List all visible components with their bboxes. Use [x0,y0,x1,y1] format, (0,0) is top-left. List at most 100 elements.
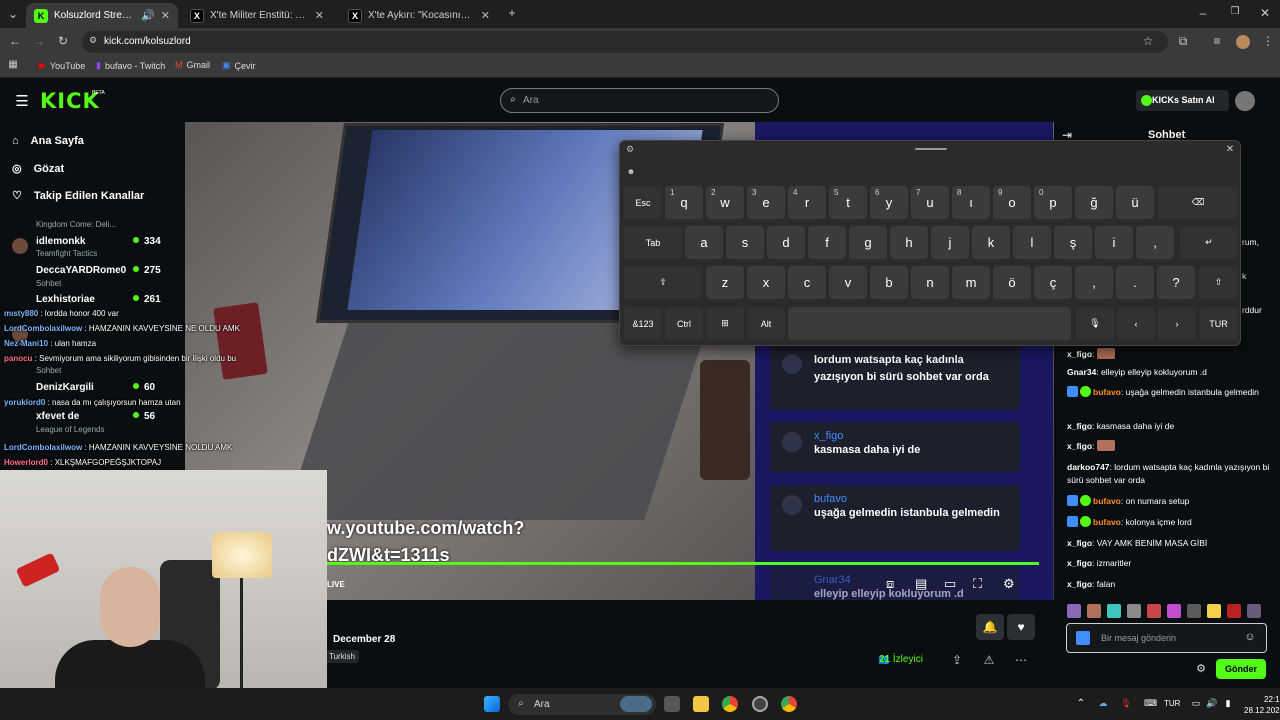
tab-x-2[interactable]: X X'te Aykırı: "Kocasının cezaevin… ✕ [340,3,498,28]
enter-key[interactable]: ↵ [1180,226,1238,259]
emote-button[interactable] [1187,604,1201,618]
keyboard-key[interactable]: 0p [1034,186,1072,219]
sidebar-item-following[interactable]: ♡ Takip Edilen Kanallar [12,189,144,203]
keyboard-key[interactable]: ü [1116,186,1154,219]
emote-button[interactable] [1067,604,1081,618]
chat-settings-icon[interactable]: ⚙ [1195,662,1207,675]
emote-button[interactable] [1107,604,1121,618]
send-button[interactable]: Gönder [1216,659,1266,679]
bookmark-translate[interactable]: ▣ Çevir [222,60,256,71]
emote-button[interactable] [1127,604,1141,618]
keyboard-key[interactable]: 7u [911,186,949,219]
keyboard-key[interactable]: k [972,226,1010,259]
keyboard-key[interactable]: . [1116,266,1154,299]
language-key[interactable]: TUR [1199,307,1238,340]
shift-left-key[interactable]: ⇧ [624,266,702,299]
keyboard-key[interactable]: g [849,226,887,259]
chat-username[interactable]: bufavo [1093,517,1121,527]
keyboard-key[interactable]: 1q [665,186,703,219]
keyboard-key[interactable]: ş [1054,226,1092,259]
user-avatar[interactable] [1235,91,1255,111]
keyboard-key[interactable]: j [931,226,969,259]
chat-message-input[interactable]: Bir mesaj gönderin [1066,623,1267,653]
sidebar-item-browse[interactable]: ◎ Gözat [12,162,64,176]
chat-username[interactable]: x_figo [1067,579,1092,589]
keyboard-key[interactable]: ç [1034,266,1072,299]
emote-button[interactable] [1207,604,1221,618]
follow-heart-button[interactable]: ♥ [1007,614,1035,640]
keyboard-key[interactable]: c [788,266,826,299]
keyboard-key[interactable]: , [1136,226,1174,259]
back-icon[interactable]: ← [8,34,22,48]
keyboard-key[interactable]: 5t [829,186,867,219]
channel-name[interactable]: idlemonkk [36,236,85,247]
keyboard-key[interactable]: 4r [788,186,826,219]
speaker-icon[interactable]: 🔊 [141,9,155,22]
steam-icon[interactable] [752,696,768,712]
emote-button[interactable] [1087,604,1101,618]
battery-icon[interactable]: ▮ [1222,698,1234,709]
dictation-key[interactable]: 🎙 [1076,307,1114,340]
apps-grid-icon[interactable]: ▦ [7,59,19,70]
key-symbols[interactable]: &123 [624,307,662,340]
hamburger-menu-icon[interactable]: ☰ [14,92,30,110]
tab-search-icon[interactable]: ⌄ [6,7,20,21]
keyboard-key[interactable]: ğ [1075,186,1113,219]
keyboard-key[interactable]: a [685,226,723,259]
language-tag[interactable]: Turkish [325,650,359,663]
keyboard-key[interactable]: 6y [870,186,908,219]
emoji-picker-icon[interactable]: ☺ [1244,631,1256,643]
keyboard-key[interactable]: z [706,266,744,299]
keyboard-key[interactable]: i [1095,226,1133,259]
keyboard-key[interactable]: m [952,266,990,299]
emote-button[interactable] [1227,604,1241,618]
window-close-icon[interactable]: ✕ [1258,6,1272,20]
windows-key[interactable]: ⊞ [706,307,744,340]
bookmark-gmail[interactable]: M Gmail [175,60,210,70]
arrow-left-key[interactable]: ‹ [1117,307,1155,340]
close-tab-icon[interactable]: ✕ [161,9,170,22]
close-tab-icon[interactable]: ✕ [481,9,490,22]
key-tab[interactable]: Tab [624,226,682,259]
extensions-icon[interactable]: ⧉ [1176,34,1190,49]
chat-username[interactable]: x_figo [1067,558,1092,568]
keyboard-emoji-icon[interactable]: ☻ [626,167,636,176]
url-field[interactable]: kick.com/kolsuzlord [82,31,1168,53]
keyboard-key[interactable]: 2w [706,186,744,219]
emote-button[interactable] [1147,604,1161,618]
tray-chevron-icon[interactable]: ⌃ [1076,698,1086,709]
keyboard-key[interactable]: h [890,226,928,259]
keyboard-key[interactable]: s [726,226,764,259]
keyboard-settings-icon[interactable]: ⚙ [625,144,635,155]
keyboard-drag-handle[interactable] [915,148,947,150]
keyboard-key[interactable]: d [767,226,805,259]
arrow-right-key[interactable]: › [1158,307,1196,340]
chrome-icon[interactable] [722,696,738,712]
keyboard-key[interactable]: 8ı [952,186,990,219]
keyboard-key[interactable]: n [911,266,949,299]
maximize-icon[interactable]: ❐ [1228,6,1242,17]
chat-identity-icon[interactable] [1076,631,1090,645]
key-ctrl[interactable]: Ctrl [665,307,703,340]
shift-right-key[interactable]: ⇧ [1199,266,1238,299]
channel-name[interactable]: DenizKargili [36,382,94,393]
windows-start-icon[interactable] [484,696,500,712]
tab-kick[interactable]: K Kolsuzlord Stream - Watch 🔊 ✕ [26,3,178,28]
fullscreen-icon[interactable]: ⛶ [973,576,982,592]
keyboard-key[interactable]: v [829,266,867,299]
menu-dots-icon[interactable]: ⋮ [1262,34,1274,48]
keyboard-close-icon[interactable]: ✕ [1224,144,1236,155]
report-icon[interactable]: ⚠ [982,653,996,667]
theater-mode-icon[interactable]: ▭ [944,576,956,592]
clock[interactable]: 22:17 28.12.2025 [1244,694,1280,716]
sidebar-item-home[interactable]: ⌂ Ana Sayfa [12,135,84,147]
keyboard-key[interactable]: l [1013,226,1051,259]
settings-gear-icon[interactable]: ⚙ [1003,576,1015,592]
chat-username[interactable]: darkoo747 [1067,462,1110,472]
chat-username[interactable]: bufavo [1093,387,1121,397]
chat-username[interactable]: bufavo [1093,496,1121,506]
file-explorer-icon[interactable] [693,696,709,712]
reload-icon[interactable]: ↻ [56,34,70,48]
tray-language[interactable]: TUR [1164,699,1180,708]
task-view-icon[interactable] [664,696,680,712]
